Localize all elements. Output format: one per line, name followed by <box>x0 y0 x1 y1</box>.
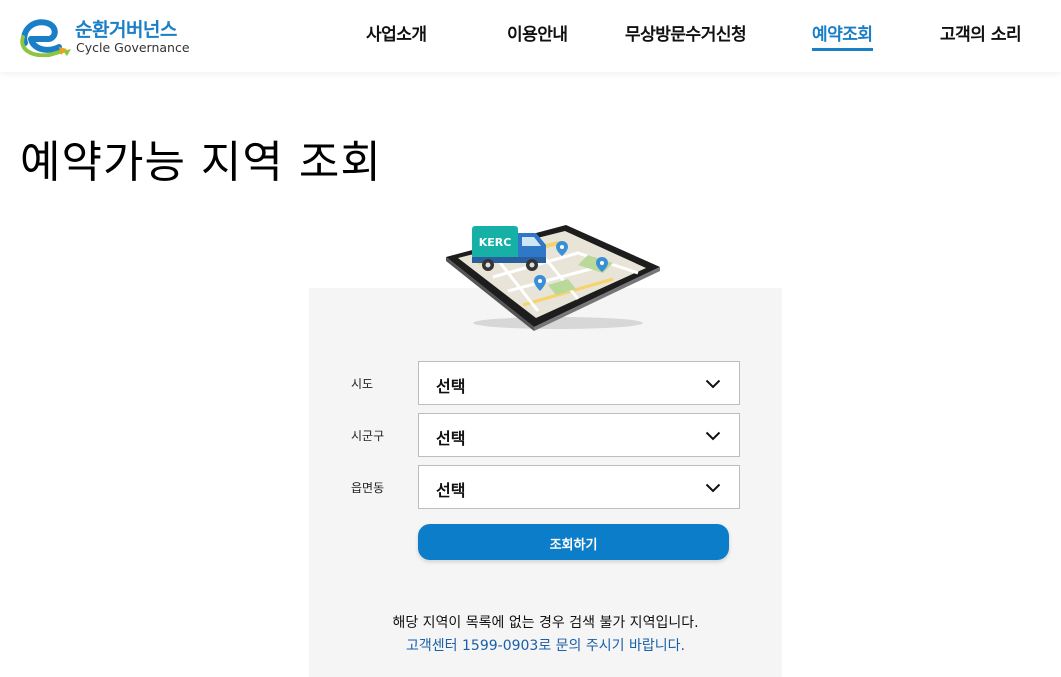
region-lookup-panel: 시도 선택 시군구 선택 읍면동 선택 조회하기 해당 지역이 목록에 없는 경… <box>309 288 782 677</box>
sido-row: 시도 선택 <box>309 361 782 405</box>
search-button-label: 조회하기 <box>549 538 598 553</box>
sigungu-select-value: 선택 <box>436 429 466 448</box>
eupmyeondong-select-value: 선택 <box>436 481 466 500</box>
chevron-down-icon <box>705 431 721 441</box>
page-title: 예약가능 지역 조회 <box>20 137 382 188</box>
sido-select[interactable]: 선택 <box>418 361 740 405</box>
sido-label: 시도 <box>351 377 374 391</box>
eupmyeondong-row: 읍면동 선택 <box>309 465 782 509</box>
nav-item-reservation-lookup-label: 예약조회 <box>812 25 873 45</box>
sido-select-value: 선택 <box>436 377 466 396</box>
chevron-down-icon <box>705 483 721 493</box>
nav-item-reservation-lookup[interactable]: 예약조회 <box>812 20 873 51</box>
search-button[interactable]: 조회하기 <box>418 524 729 560</box>
chevron-down-icon <box>705 379 721 389</box>
nav-item-free-pickup-request[interactable]: 무상방문수거신청 <box>625 20 747 45</box>
site-header: 순환거버넌스 Cycle Governance 사업소개 이용안내 무상방문수거… <box>0 0 1061 72</box>
tablet-map-truck-illustration: KERC <box>446 225 660 331</box>
nav-item-customer-voice[interactable]: 고객의 소리 <box>940 20 1022 45</box>
truck-label: KERC <box>479 236 512 249</box>
active-nav-underline <box>812 48 873 51</box>
sigungu-row: 시군구 선택 <box>309 413 782 457</box>
nav-item-business-intro[interactable]: 사업소개 <box>366 20 427 45</box>
sigungu-select[interactable]: 선택 <box>418 413 740 457</box>
nav-item-usage-guide[interactable]: 이용안내 <box>507 20 568 45</box>
main-nav: 사업소개 이용안내 무상방문수거신청 예약조회 고객의 소리 <box>0 0 1061 72</box>
notice-contact-center: 고객센터 1599-0903로 문의 주시기 바랍니다. <box>406 638 685 654</box>
sigungu-label: 시군구 <box>351 429 385 443</box>
eupmyeondong-select[interactable]: 선택 <box>418 465 740 509</box>
eupmyeondong-label: 읍면동 <box>351 481 385 495</box>
notice-unavailable-region: 해당 지역이 목록에 없는 경우 검색 불가 지역입니다. <box>392 615 699 631</box>
